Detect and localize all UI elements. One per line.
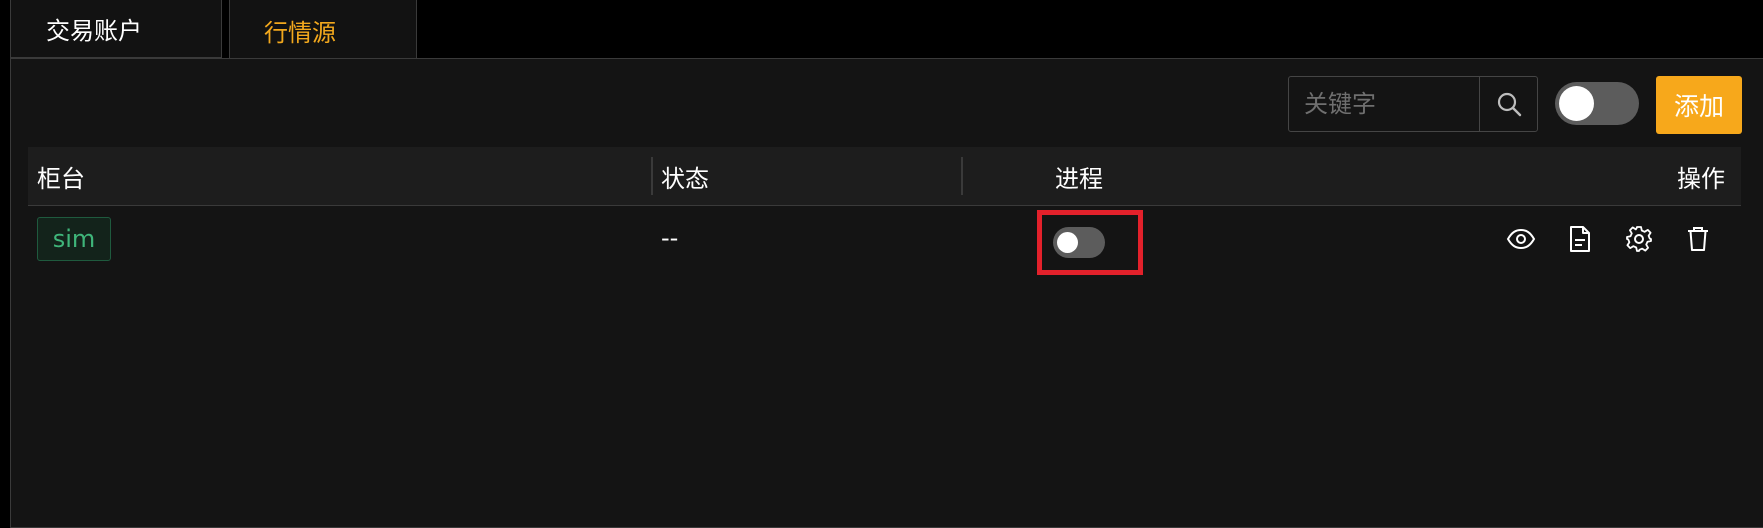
tab-bar: 交易账户 行情源 xyxy=(10,0,417,60)
column-divider[interactable] xyxy=(961,157,963,195)
tab-market-source-label: 行情源 xyxy=(264,18,336,47)
eye-icon xyxy=(1506,228,1536,250)
view-button[interactable] xyxy=(1506,224,1536,254)
column-header-actions: 操作 xyxy=(1677,164,1725,193)
column-header-status: 状态 xyxy=(661,164,709,193)
search-input[interactable] xyxy=(1289,77,1479,131)
row-actions xyxy=(1506,224,1742,254)
search-box xyxy=(1288,76,1538,132)
delete-button[interactable] xyxy=(1683,224,1713,254)
global-toggle-switch[interactable] xyxy=(1555,82,1639,125)
trash-icon xyxy=(1686,225,1710,253)
log-button[interactable] xyxy=(1565,224,1595,254)
search-button[interactable] xyxy=(1479,77,1537,131)
add-button-label: 添加 xyxy=(1673,92,1724,121)
counter-tag: sim xyxy=(37,217,111,261)
tab-trading-account[interactable]: 交易账户 xyxy=(10,0,222,58)
table-row: sim -- xyxy=(28,206,1741,274)
search-icon xyxy=(1496,91,1522,117)
process-toggle-switch[interactable] xyxy=(1053,227,1105,258)
add-button[interactable]: 添加 xyxy=(1656,76,1742,134)
table-header: 柜台 状态 进程 操作 xyxy=(28,147,1741,206)
process-toggle-knob xyxy=(1057,232,1078,253)
column-divider[interactable] xyxy=(651,157,653,195)
settings-button[interactable] xyxy=(1624,224,1654,254)
status-value: -- xyxy=(661,224,679,252)
gear-icon xyxy=(1625,225,1653,253)
global-toggle-knob xyxy=(1559,86,1594,121)
column-header-counter: 柜台 xyxy=(37,164,85,193)
tab-trading-account-label: 交易账户 xyxy=(46,17,142,45)
column-header-process: 进程 xyxy=(1055,164,1103,193)
tab-market-source[interactable]: 行情源 xyxy=(229,0,417,60)
document-icon xyxy=(1569,225,1591,253)
counter-tag-label: sim xyxy=(52,225,96,253)
